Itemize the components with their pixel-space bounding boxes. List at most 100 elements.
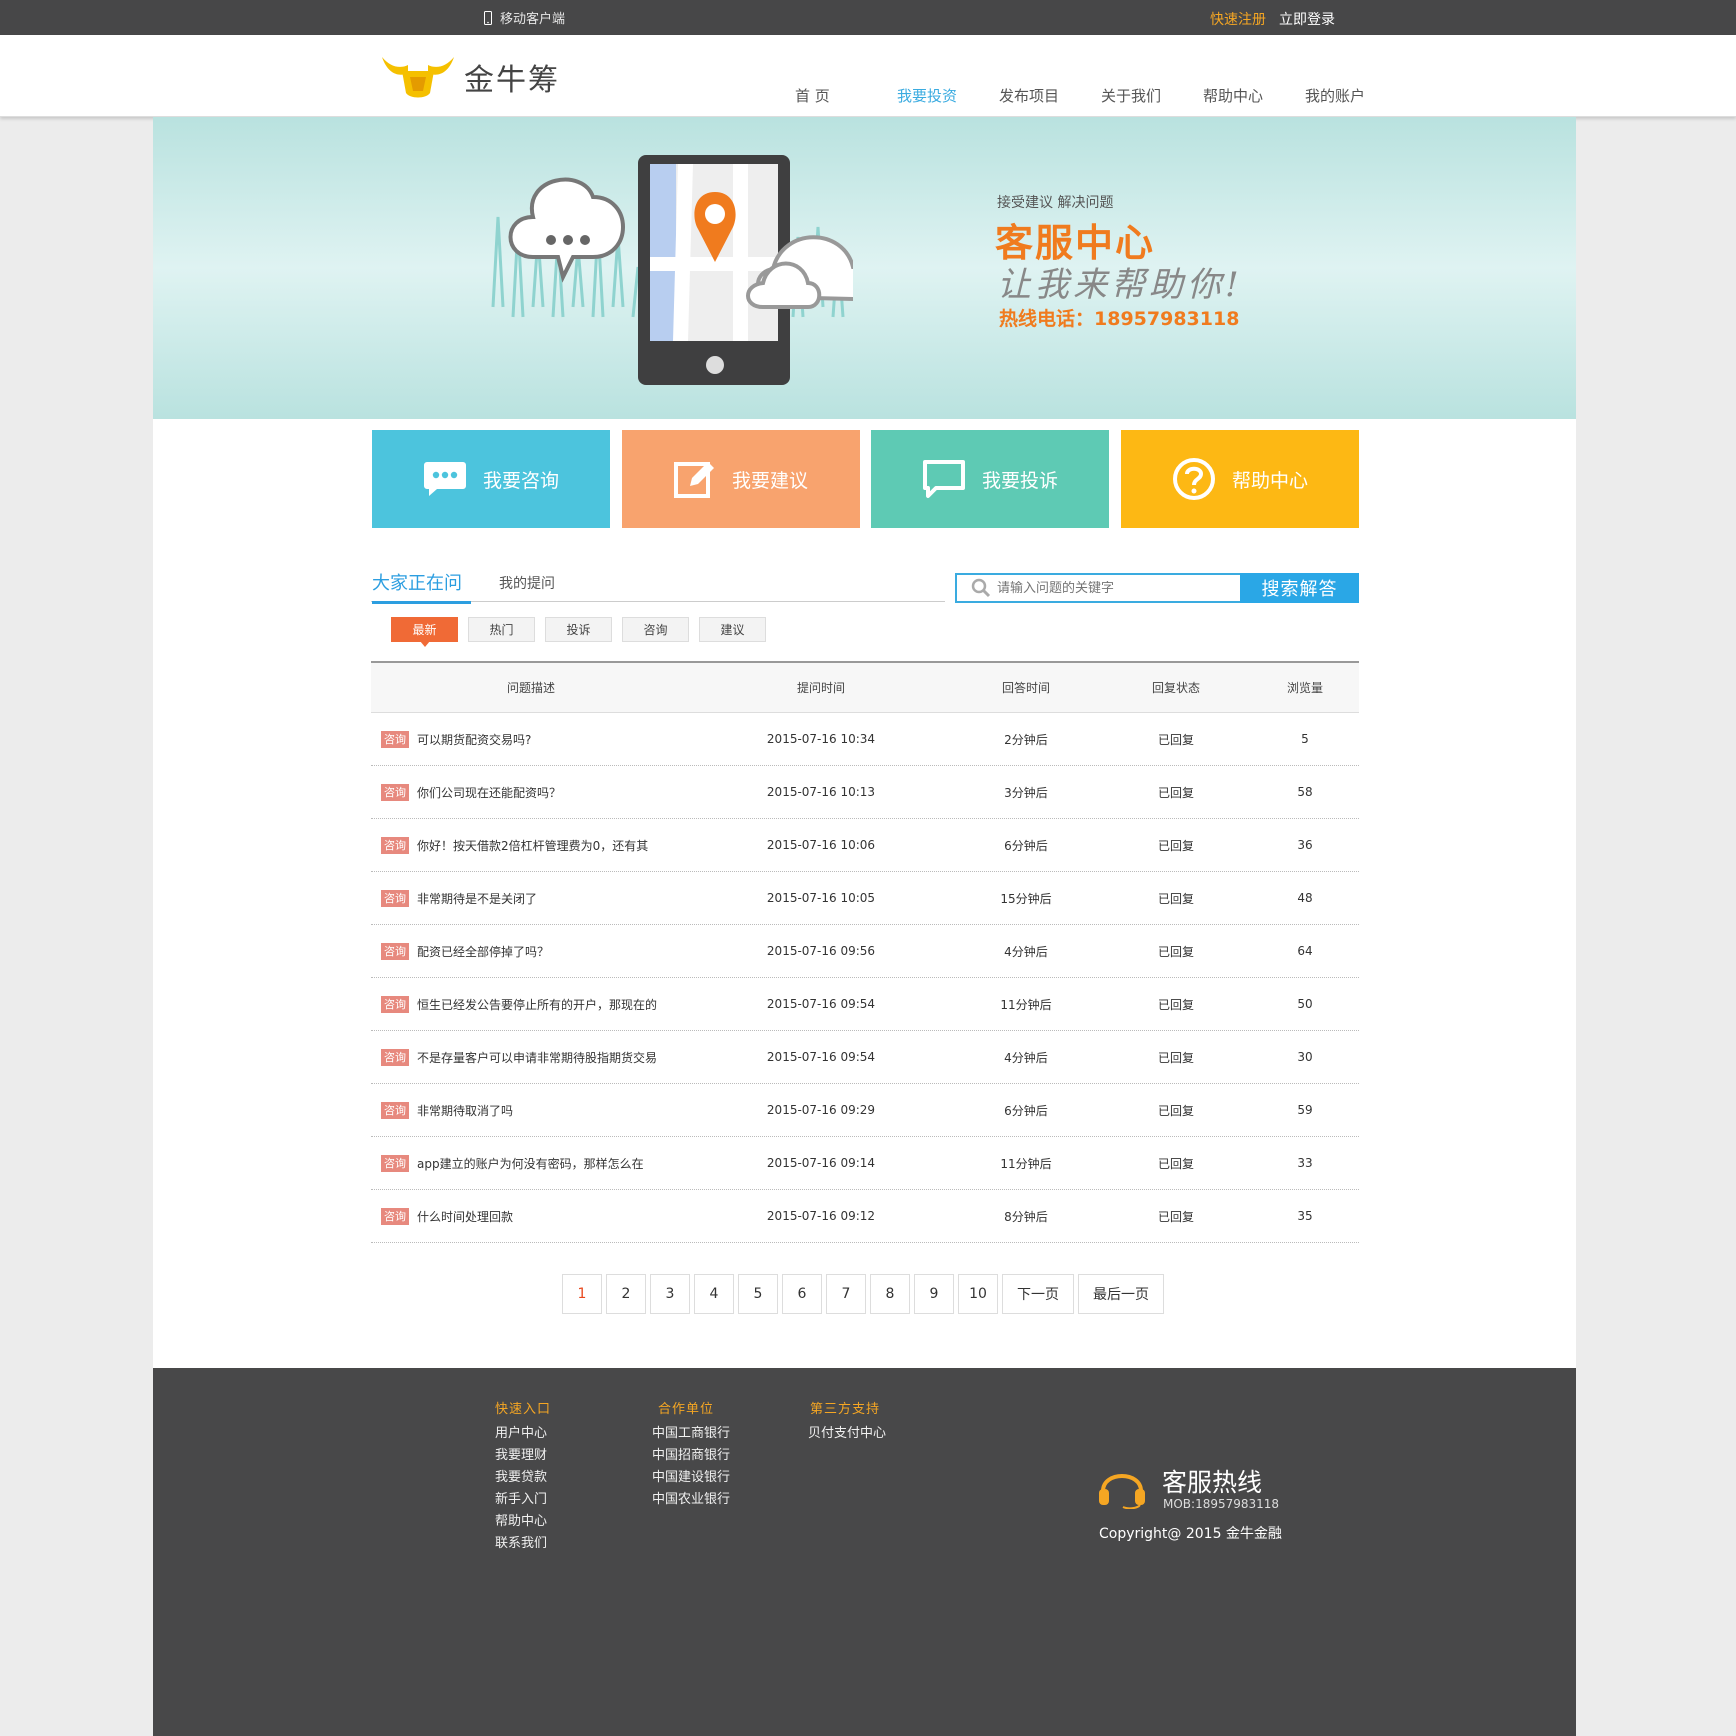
tab-my-questions[interactable]: 我的提问 (499, 573, 555, 593)
page-button-7[interactable]: 7 (826, 1274, 866, 1314)
phone-icon (484, 10, 492, 25)
question-type-tag: 咨询 (381, 836, 409, 854)
login-link[interactable]: 立即登录 (1279, 9, 1335, 29)
table-row[interactable]: 咨询 恒生已经发公告要停止所有的开户，那现在的 2015-07-16 09:54 11… (371, 978, 1359, 1031)
footer-link-help[interactable]: 帮助中心 (495, 1511, 551, 1533)
page-button-6[interactable]: 6 (782, 1274, 822, 1314)
footer-partners-title: 合作单位 (658, 1402, 715, 1417)
row-question-cell: 咨询 非常期待取消了吗 (371, 1101, 691, 1119)
footer-link-contact[interactable]: 联系我们 (495, 1533, 551, 1555)
footer-link-newbie[interactable]: 新手入门 (495, 1489, 551, 1511)
page-button-2[interactable]: 2 (606, 1274, 646, 1314)
footer-service-mob: MOB:18957983118 (1163, 1497, 1280, 1511)
filter-hot[interactable]: 热门 (468, 617, 535, 642)
answer-time: 4分钟后 (1004, 944, 1048, 959)
ask-time: 2015-07-16 09:56 (766, 944, 876, 958)
table-row[interactable]: 咨询 配资已经全部停掉了吗？ 2015-07-16 09:56 4分钟后 已回复 64 (371, 925, 1359, 978)
table-row[interactable]: 咨询 非常期待是不是关闭了 2015-07-16 10:05 15分钟后 已回复 48 (371, 872, 1359, 925)
nav-home[interactable]: 首 页 (795, 85, 897, 106)
reply-status: 已回复 (1157, 785, 1194, 800)
footer-partner-cmb[interactable]: 中国招商银行 (652, 1445, 730, 1467)
answer-time: 4分钟后 (1004, 1050, 1048, 1065)
footer-partner-icbc[interactable]: 中国工商银行 (652, 1423, 730, 1445)
question-text[interactable]: 什么时间处理回款 (417, 1208, 513, 1225)
filter-latest[interactable]: 最新 (391, 617, 458, 647)
table-row[interactable]: 咨询 app建立的账户为何没有密码，那样怎么在 2015-07-16 09:14 11… (371, 1137, 1359, 1190)
table-row[interactable]: 咨询 什么时间处理回款 2015-07-16 09:12 8分钟后 已回复 35 (371, 1190, 1359, 1243)
tile-help-center[interactable]: 帮助中心 (1121, 430, 1359, 528)
ask-time: 2015-07-16 10:06 (766, 838, 876, 852)
nav-invest[interactable]: 我要投资 (897, 85, 999, 106)
tab-everyone-asking[interactable]: 大家正在问 (372, 569, 471, 604)
question-text[interactable]: 非常期待是不是关闭了 (417, 890, 537, 907)
question-text[interactable]: 配资已经全部停掉了吗？ (417, 943, 549, 960)
view-count: 36 (1297, 838, 1313, 852)
question-text[interactable]: 不是存量客户可以申请非常期待股指期货交易 (417, 1049, 657, 1066)
question-text[interactable]: 恒生已经发公告要停止所有的开户，那现在的 (417, 996, 657, 1013)
question-text[interactable]: 可以期货配资交易吗? (417, 731, 531, 748)
table-row[interactable]: 咨询 非常期待取消了吗 2015-07-16 09:29 6分钟后 已回复 59 (371, 1084, 1359, 1137)
reply-status: 已回复 (1157, 732, 1194, 747)
footer-partner-ccb[interactable]: 中国建设银行 (652, 1467, 730, 1489)
nav-about[interactable]: 关于我们 (1101, 85, 1203, 106)
view-count: 64 (1297, 944, 1313, 958)
search-button[interactable]: 搜索解答 (1240, 573, 1359, 603)
page-button-1[interactable]: 1 (562, 1274, 602, 1314)
filter-consult[interactable]: 咨询 (622, 617, 689, 642)
footer-quick-title: 快速入口 (495, 1402, 552, 1417)
tile-consult[interactable]: 我要咨询 (372, 430, 610, 528)
page-button-5[interactable]: 5 (738, 1274, 778, 1314)
page-button-8[interactable]: 8 (870, 1274, 910, 1314)
main-nav: 首 页 我要投资 发布项目 关于我们 帮助中心 我的账户 (795, 85, 1407, 106)
row-question-cell: 咨询 app建立的账户为何没有密码，那样怎么在 (371, 1154, 691, 1172)
page-button-10[interactable]: 10 (958, 1274, 998, 1314)
question-type-tag: 咨询 (381, 1154, 409, 1172)
page-button-9[interactable]: 9 (914, 1274, 954, 1314)
table-row[interactable]: 咨询 你好！按天借款2倍杠杆管理费为0，还有其 2015-07-16 10:06 6分… (371, 819, 1359, 872)
edit-icon (673, 462, 714, 498)
footer-link-loan[interactable]: 我要贷款 (495, 1467, 551, 1489)
ask-time: 2015-07-16 09:29 (766, 1103, 876, 1117)
table-row[interactable]: 咨询 可以期货配资交易吗? 2015-07-16 10:34 2分钟后 已回复 5 (371, 713, 1359, 766)
mobile-client-link[interactable]: 移动客户端 (484, 8, 565, 27)
tile-suggest[interactable]: 我要建议 (622, 430, 860, 528)
ask-time: 2015-07-16 09:14 (766, 1156, 876, 1170)
logo[interactable]: 金牛筹 (380, 53, 560, 101)
tile-complain[interactable]: 我要投诉 (871, 430, 1109, 528)
register-link[interactable]: 快速注册 (1210, 9, 1266, 29)
footer-third-payment[interactable]: 贝付支付中心 (808, 1423, 886, 1445)
search-input[interactable] (997, 580, 1227, 596)
pagination: 1 2 3 4 5 6 7 8 9 10 下一页 最后一页 (562, 1274, 1164, 1314)
service-banner: 接受建议 解决问题 客服中心 让我来帮助你! 热线电话：18957983118 (153, 117, 1576, 419)
nav-help[interactable]: 帮助中心 (1203, 85, 1305, 106)
table-row[interactable]: 咨询 不是存量客户可以申请非常期待股指期货交易 2015-07-16 09:54 4分… (371, 1031, 1359, 1084)
footer-link-invest[interactable]: 我要理财 (495, 1445, 551, 1467)
page-button-3[interactable]: 3 (650, 1274, 690, 1314)
table-header: 问题描述 提问时间 回答时间 回复状态 浏览量 (371, 661, 1359, 713)
tile-complain-label: 我要投诉 (981, 469, 1058, 492)
page-button-4[interactable]: 4 (694, 1274, 734, 1314)
answer-time: 8分钟后 (1004, 1209, 1048, 1224)
filter-suggest[interactable]: 建议 (699, 617, 766, 642)
footer-link-user-center[interactable]: 用户中心 (495, 1423, 551, 1445)
tile-help-center-label: 帮助中心 (1231, 469, 1308, 492)
next-page-button[interactable]: 下一页 (1002, 1274, 1074, 1314)
question-text[interactable]: 你们公司现在还能配资吗？ (417, 784, 561, 801)
search-icon (971, 578, 991, 598)
last-page-button[interactable]: 最后一页 (1078, 1274, 1164, 1314)
header-ask-time: 提问时间 (796, 681, 845, 695)
question-icon (1172, 458, 1215, 500)
nav-publish-project[interactable]: 发布项目 (999, 85, 1101, 106)
reply-status: 已回复 (1157, 1050, 1194, 1065)
nav-account[interactable]: 我的账户 (1305, 85, 1407, 106)
tile-suggest-label: 我要建议 (731, 469, 808, 492)
footer-partner-abc[interactable]: 中国农业银行 (652, 1489, 730, 1511)
filter-complaint[interactable]: 投诉 (545, 617, 612, 642)
question-type-tag: 咨询 (381, 995, 409, 1013)
question-text[interactable]: 非常期待取消了吗 (417, 1102, 513, 1119)
row-question-cell: 咨询 恒生已经发公告要停止所有的开户，那现在的 (371, 995, 691, 1013)
answer-time: 15分钟后 (1000, 891, 1052, 906)
question-text[interactable]: 你好！按天借款2倍杠杆管理费为0，还有其 (417, 837, 648, 854)
table-row[interactable]: 咨询 你们公司现在还能配资吗？ 2015-07-16 10:13 3分钟后 已回复 58 (371, 766, 1359, 819)
question-text[interactable]: app建立的账户为何没有密码，那样怎么在 (417, 1155, 644, 1172)
